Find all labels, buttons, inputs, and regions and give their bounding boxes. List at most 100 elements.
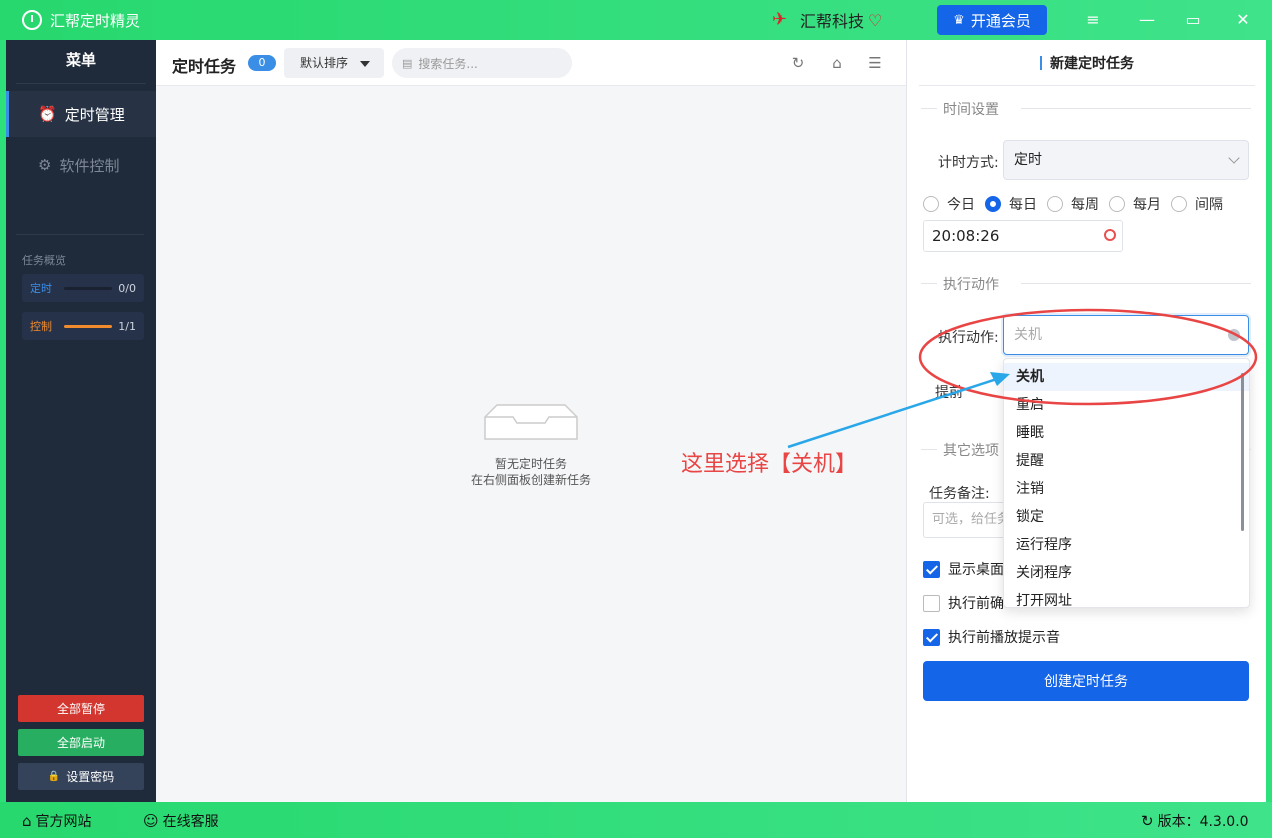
overview-timer-label: 定时 [30,282,52,295]
radio-label: 今日 [947,197,975,213]
timing-mode-select[interactable]: 定时 [1003,140,1249,180]
timing-mode-value: 定时 [1014,152,1042,168]
section-title: 时间设置 [943,99,1007,119]
time-settings-section: 时间设置 [921,99,1251,119]
search-placeholder: 搜索任务... [418,56,478,71]
log-icon[interactable]: ☰ [864,52,886,74]
radio-weekly[interactable]: 每周 [1047,194,1099,214]
page-title: 定时任务 [172,57,237,76]
vip-button[interactable]: ♛ 开通会员 [937,5,1047,35]
time-value: 20:08:26 [932,227,1000,245]
radio-label: 每月 [1133,197,1161,213]
crown-icon: ♛ [953,12,965,28]
action-section: 执行动作 [921,274,1251,294]
pause-all-button[interactable]: 全部暂停 [18,695,144,722]
start-all-button[interactable]: 全部启动 [18,729,144,756]
chevron-down-icon [1228,152,1240,164]
action-select-value: 关机 [1014,327,1042,343]
play-sound-checkbox[interactable]: 执行前播放提示音 [923,627,1060,647]
dropdown-option[interactable]: 打开网址 [1004,587,1249,607]
panel-title: 新建定时任务 [919,40,1255,86]
action-select[interactable]: 关机 [1003,315,1249,355]
radio-daily[interactable]: 每日 [985,194,1037,214]
dropdown-option[interactable]: 重启 [1004,391,1249,419]
panel-title-text: 新建定时任务 [1050,55,1134,72]
search-input[interactable]: ▤ 搜索任务... [392,48,572,78]
sidebar: 菜单 ⏰ 定时管理 ⚙ 软件控制 任务概览 定时 0/0 控制 1/1 全部暂停… [6,40,156,802]
overview-control-bar [64,324,113,328]
maximize-icon[interactable]: ▭ [1183,10,1203,30]
set-password-label: 设置密码 [66,770,115,784]
advance-label: 提前 [935,385,963,401]
section-title: 其它选项 [943,440,1007,460]
action-dropdown: 关机 重启 睡眠 提醒 注销 锁定 运行程序 关闭程序 打开网址 [1003,358,1250,608]
task-list-area: 定时任务 0 默认排序 ▤ 搜索任务... ↻ ⌂ ☰ 暂无定时任务 在右侧面板… [156,40,906,802]
clear-icon[interactable] [1228,329,1240,341]
caret-down-icon [360,61,370,67]
create-task-button[interactable]: 创建定时任务 [923,661,1249,701]
support-link[interactable]: ☺ 在线客服 [143,811,219,831]
vip-button-label: 开通会员 [970,11,1031,30]
task-toolbar: 定时任务 0 默认排序 ▤ 搜索任务... ↻ ⌂ ☰ [156,40,906,86]
clear-icon[interactable]: ⌂ [826,52,848,74]
overview-label: 任务概览 [22,254,66,267]
dropdown-option[interactable]: 运行程序 [1004,531,1249,559]
sidebar-item-label: 定时管理 [64,105,125,124]
radio-monthly[interactable]: 每月 [1109,194,1161,214]
checkbox-label: 执行前确 [948,596,1004,612]
scrollbar[interactable] [1241,373,1244,531]
time-input[interactable]: 20:08:26 [923,220,1123,252]
heart-icon: ♡ [868,10,883,30]
overview-control: 控制 1/1 [22,312,144,340]
sidebar-item-timer-management[interactable]: ⏰ 定时管理 [6,91,156,137]
title-accent [1040,55,1042,70]
note-placeholder: 可选，给任务 [932,512,1011,527]
sidebar-item-software-control[interactable]: ⚙ 软件控制 [6,142,156,188]
task-count-badge: 0 [248,55,276,71]
sort-select[interactable]: 默认排序 [284,48,384,78]
brand-logo-icon: ✈ [772,9,788,30]
dropdown-option[interactable]: 睡眠 [1004,419,1249,447]
home-icon: ⌂ [22,812,32,830]
checkbox-label: 执行前播放提示音 [948,630,1060,646]
search-icon: ▤ [402,56,413,70]
menu-icon[interactable]: ≡ [1083,10,1103,30]
note-label: 任务备注: [929,486,990,502]
radio-label: 间隔 [1195,197,1223,213]
app-title: 汇帮定时精灵 [50,12,141,30]
dropdown-option[interactable]: 关闭程序 [1004,559,1249,587]
brand-name: 汇帮科技 [800,12,865,31]
radio-label: 每周 [1071,197,1099,213]
overview-control-label: 控制 [30,320,52,333]
overview-timer: 定时 0/0 [22,274,144,302]
overview-timer-value: 0/0 [118,281,136,295]
status-bar: ⌂ 官方网站 ☺ 在线客服 ↻ 版本：4.3.0.0 [0,802,1272,838]
version-info: ↻ 版本：4.3.0.0 [1141,811,1249,831]
annotation-text: 这里选择【关机】 [681,452,858,477]
checkbox-label: 显示桌面 [948,562,1004,578]
dropdown-option[interactable]: 提醒 [1004,447,1249,475]
website-label: 官方网站 [35,814,92,830]
support-label: 在线客服 [162,814,219,830]
headset-icon: ☺ [143,812,159,830]
refresh-icon[interactable]: ↻ [1141,812,1154,830]
version-label: 版本：4.3.0.0 [1157,814,1249,830]
dropdown-option[interactable]: 关机 [1004,363,1249,391]
alarm-clock-icon[interactable] [1104,229,1116,241]
dropdown-option[interactable]: 锁定 [1004,503,1249,531]
brand: ✈ 汇帮科技 ♡ [772,8,882,32]
set-password-button[interactable]: 🔒 设置密码 [18,763,144,790]
confirm-before-checkbox[interactable]: 执行前确 [923,593,1004,613]
gear-icon: ⚙ [38,156,52,174]
refresh-icon[interactable]: ↻ [787,52,809,74]
minimize-icon[interactable]: — [1137,10,1157,30]
website-link[interactable]: ⌂ 官方网站 [22,811,92,831]
repeat-radio-group: 今日 每日 每周 每月 间隔 [923,194,1233,214]
menu-title: 菜单 [16,40,146,84]
overview-control-value: 1/1 [118,319,136,333]
close-icon[interactable]: ✕ [1233,10,1253,30]
show-desktop-checkbox[interactable]: 显示桌面 [923,559,1004,579]
radio-interval[interactable]: 间隔 [1171,194,1223,214]
dropdown-option[interactable]: 注销 [1004,475,1249,503]
radio-today[interactable]: 今日 [923,194,975,214]
